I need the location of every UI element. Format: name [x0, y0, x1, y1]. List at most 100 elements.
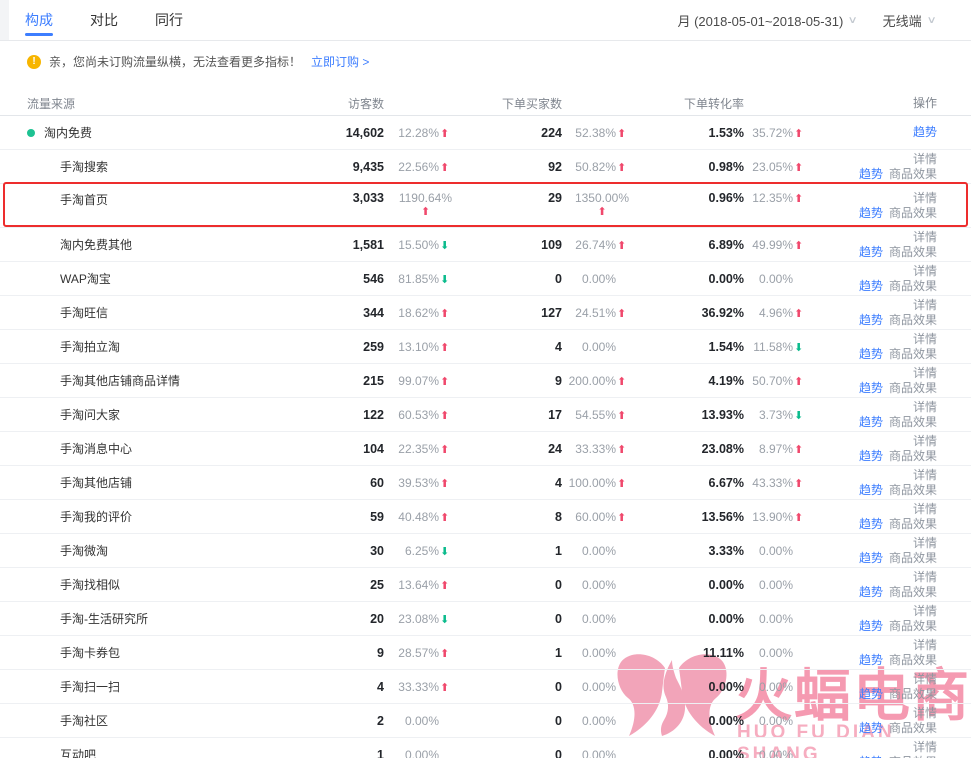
trend-link[interactable]: 趋势: [859, 381, 883, 395]
trend-link[interactable]: 趋势: [859, 653, 883, 667]
detail-link[interactable]: 详情: [913, 298, 937, 312]
product-effect-link[interactable]: 商品效果: [889, 449, 937, 463]
source-name-cell: 手淘拍立淘: [0, 338, 309, 355]
trend-link[interactable]: 趋势: [859, 619, 883, 633]
product-effect-link[interactable]: 商品效果: [889, 721, 937, 735]
source-name-cell: 手淘扫一扫: [0, 678, 309, 695]
detail-link[interactable]: 详情: [913, 502, 937, 516]
tab-compare[interactable]: 对比: [90, 0, 118, 40]
source-name-cell: 手淘搜索: [0, 158, 309, 175]
product-effect-link[interactable]: 商品效果: [889, 483, 937, 497]
actions-cell: 详情 趋势商品效果: [806, 298, 971, 328]
trend-down-arrow-icon: ⬇: [440, 239, 452, 252]
trend-link[interactable]: 趋势: [859, 313, 883, 327]
trend-link[interactable]: 趋势: [859, 245, 883, 259]
product-effect-link[interactable]: 商品效果: [889, 245, 937, 259]
trend-link[interactable]: 趋势: [859, 721, 883, 735]
visitors-change: 0.00%: [384, 748, 452, 758]
detail-link[interactable]: 详情: [913, 434, 937, 448]
detail-link[interactable]: 详情: [913, 230, 937, 244]
trend-link[interactable]: 趋势: [859, 755, 883, 758]
header-source: 流量来源: [0, 95, 309, 112]
product-effect-link[interactable]: 商品效果: [889, 517, 937, 531]
trend-up-arrow-icon: ⬆: [440, 477, 452, 490]
visitors-change: 33.33%⬆: [384, 680, 452, 694]
trend-link[interactable]: 趋势: [859, 483, 883, 497]
trend-link[interactable]: 趋势: [859, 449, 883, 463]
filter-group: 月 (2018-05-01~2018-05-31) ∨ 无线端 ∨: [677, 11, 971, 30]
buyers-value: 109: [452, 238, 562, 252]
detail-link[interactable]: 详情: [913, 468, 937, 482]
device-dropdown[interactable]: 无线端 ∨: [883, 11, 935, 30]
trend-link[interactable]: 趋势: [913, 125, 937, 139]
product-effect-link[interactable]: 商品效果: [889, 585, 937, 599]
trend-link[interactable]: 趋势: [859, 517, 883, 531]
product-effect-link[interactable]: 商品效果: [889, 167, 937, 181]
detail-link[interactable]: 详情: [913, 638, 937, 652]
product-effect-link[interactable]: 商品效果: [889, 415, 937, 429]
subscription-notice: ! 亲，您尚未订购流量纵横，无法查看更多指标！ 立即订购 >: [0, 41, 971, 70]
visitors-value: 344: [309, 306, 384, 320]
detail-link[interactable]: 详情: [913, 264, 937, 278]
detail-link[interactable]: 详情: [913, 604, 937, 618]
trend-up-arrow-icon: ⬆: [794, 511, 806, 524]
conversion-change: 0.00%: [744, 646, 806, 660]
buyers-change: 60.00%⬆: [562, 510, 629, 524]
trend-up-arrow-icon: ⬆: [617, 443, 629, 456]
trend-link[interactable]: 趋势: [859, 206, 883, 220]
product-effect-link[interactable]: 商品效果: [889, 206, 937, 220]
conversion-value: 6.67%: [629, 476, 744, 490]
detail-link[interactable]: 详情: [913, 672, 937, 686]
trend-link[interactable]: 趋势: [859, 415, 883, 429]
trend-link[interactable]: 趋势: [859, 551, 883, 565]
conversion-value: 0.98%: [629, 160, 744, 174]
detail-link[interactable]: 详情: [913, 570, 937, 584]
product-effect-link[interactable]: 商品效果: [889, 279, 937, 293]
table-row: 手淘搜索 9,435 22.56%⬆ 92 50.82%⬆ 0.98% 23.0…: [0, 150, 971, 184]
date-range-dropdown[interactable]: 月 (2018-05-01~2018-05-31) ∨: [677, 11, 856, 30]
trend-up-arrow-icon: ⬆: [440, 579, 452, 592]
buyers-change: 0.00%: [562, 714, 629, 728]
visitors-value: 30: [309, 544, 384, 558]
detail-link[interactable]: 详情: [913, 191, 937, 205]
product-effect-link[interactable]: 商品效果: [889, 687, 937, 701]
detail-link[interactable]: 详情: [913, 332, 937, 346]
trend-link[interactable]: 趋势: [859, 687, 883, 701]
chevron-down-icon: ∨: [926, 15, 936, 26]
source-name-cell: 互动吧: [0, 746, 309, 758]
table-row: 手淘拍立淘 259 13.10%⬆ 4 0.00% 1.54% 11.58%⬇ …: [0, 330, 971, 364]
conversion-value: 0.96%: [629, 191, 744, 205]
product-effect-link[interactable]: 商品效果: [889, 755, 937, 758]
detail-link[interactable]: 详情: [913, 536, 937, 550]
buyers-change: 0.00%: [562, 680, 629, 694]
visitors-change: 99.07%⬆: [384, 374, 452, 388]
trend-link[interactable]: 趋势: [859, 279, 883, 293]
detail-link[interactable]: 详情: [913, 152, 937, 166]
detail-link[interactable]: 详情: [913, 740, 937, 754]
product-effect-link[interactable]: 商品效果: [889, 313, 937, 327]
product-effect-link[interactable]: 商品效果: [889, 619, 937, 633]
trend-up-arrow-icon: ⬆: [440, 409, 452, 422]
source-name: 手淘找相似: [60, 576, 120, 593]
actions-cell: 详情 趋势商品效果: [806, 152, 971, 182]
trend-link[interactable]: 趋势: [859, 167, 883, 181]
subscribe-now-link[interactable]: 立即订购 >: [311, 53, 369, 70]
tab-composition[interactable]: 构成: [25, 0, 53, 40]
product-effect-link[interactable]: 商品效果: [889, 653, 937, 667]
trend-link[interactable]: 趋势: [859, 347, 883, 361]
detail-link[interactable]: 详情: [913, 366, 937, 380]
detail-link[interactable]: 详情: [913, 706, 937, 720]
product-effect-link[interactable]: 商品效果: [889, 347, 937, 361]
source-name: 手淘旺信: [60, 304, 108, 321]
trend-up-arrow-icon: ⬆: [440, 647, 452, 660]
detail-link[interactable]: 详情: [913, 400, 937, 414]
product-effect-link[interactable]: 商品效果: [889, 551, 937, 565]
product-effect-link[interactable]: 商品效果: [889, 381, 937, 395]
trend-link[interactable]: 趋势: [859, 585, 883, 599]
free-traffic-dot-icon: [27, 129, 35, 137]
tab-peers[interactable]: 同行: [155, 0, 183, 40]
header-actions: 操作: [806, 96, 971, 111]
buyers-value: 24: [452, 442, 562, 456]
source-name: 手淘社区: [60, 712, 108, 729]
trend-down-arrow-icon: ⬇: [440, 273, 452, 286]
